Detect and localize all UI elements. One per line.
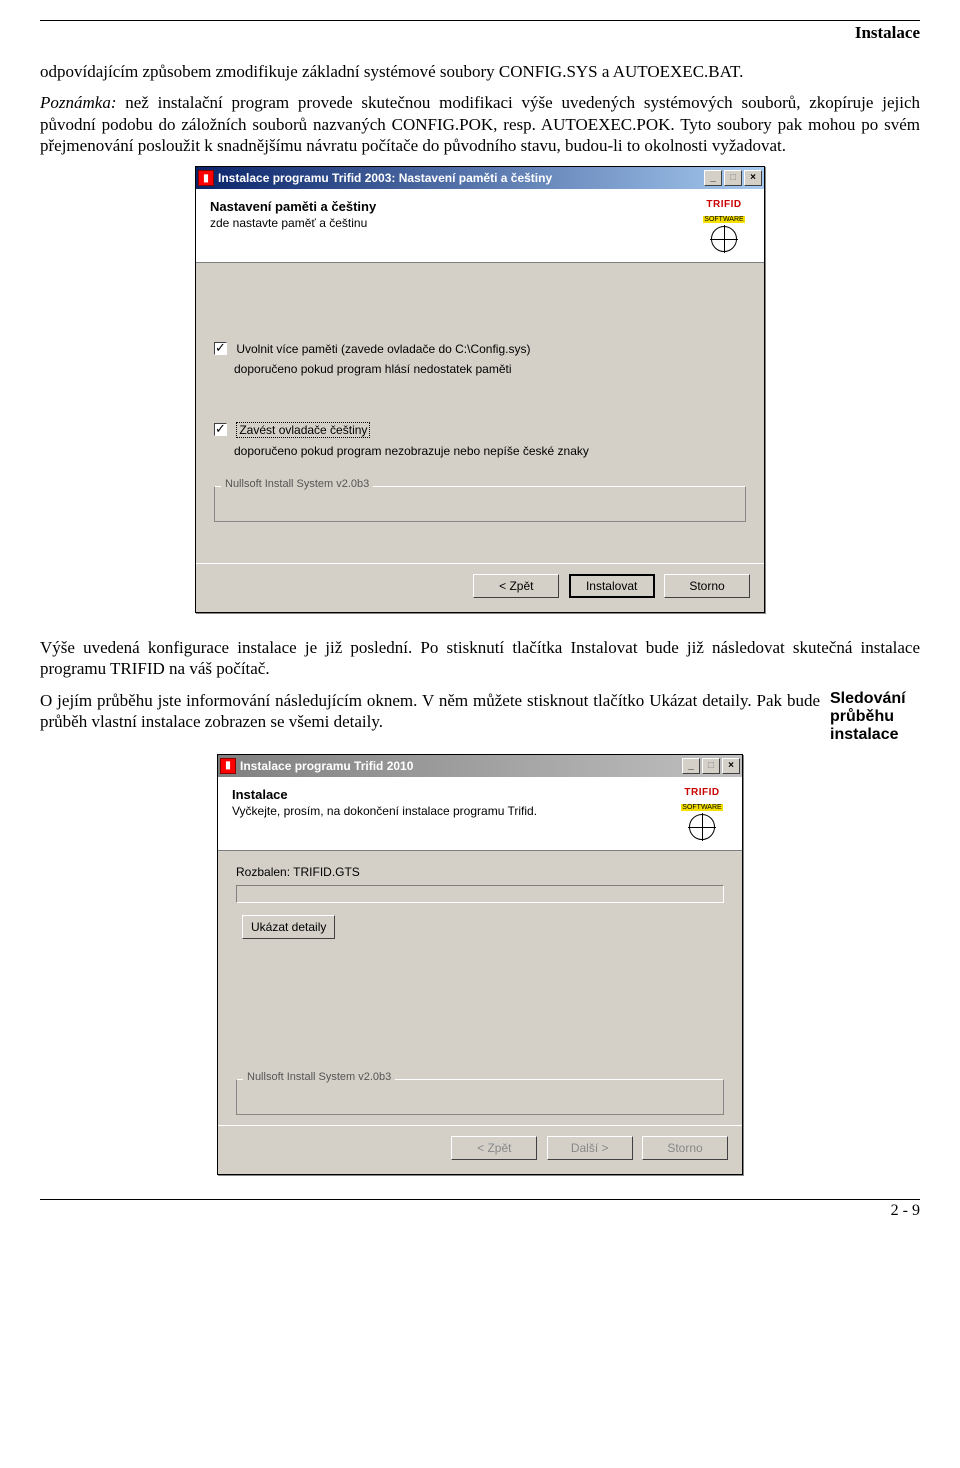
dialog-body: Rozbalen: TRIFID.GTS Ukázat detaily Null… — [218, 851, 742, 1125]
titlebar[interactable]: ▮ Instalace programu Trifid 2003: Nastav… — [196, 167, 764, 189]
header-rule — [40, 20, 920, 21]
nullsoft-groupbox: Nullsoft Install System v2.0b3 — [236, 1079, 724, 1115]
note-rest: než instalační program provede skutečnou… — [40, 93, 920, 155]
dialog-button-row: < Zpět Instalovat Storno — [196, 563, 764, 612]
dialog-subheading: zde nastavte paměť a češtinu — [210, 216, 698, 230]
nullsoft-legend: Nullsoft Install System v2.0b3 — [243, 1071, 395, 1083]
close-button[interactable]: × — [722, 758, 740, 774]
cancel-button[interactable]: Storno — [664, 574, 750, 598]
paragraph-4: O jejím průběhu jste informování následu… — [40, 690, 820, 733]
show-details-button[interactable]: Ukázat detaily — [242, 915, 335, 939]
titlebar[interactable]: ▮ Instalace programu Trifid 2010 _ □ × — [218, 755, 742, 777]
checkbox-memory[interactable] — [214, 342, 227, 355]
paragraph-1: odpovídajícím způsobem zmodifikuje zákla… — [40, 61, 920, 82]
margin-label-3: instalace — [830, 726, 920, 744]
brand-name: TRIFID — [698, 199, 750, 210]
window-title: Instalace programu Trifid 2010 — [240, 759, 682, 773]
header-section: Instalace — [40, 23, 920, 43]
maximize-button: □ — [702, 758, 720, 774]
brand-logo: TRIFID SOFTWARE — [698, 199, 750, 252]
target-icon — [689, 814, 715, 840]
dialog-body: Uvolnit více paměti (zavede ovladače do … — [196, 263, 764, 563]
cancel-button: Storno — [642, 1136, 728, 1160]
memory-note: doporučeno pokud program hlásí nedostate… — [234, 362, 746, 376]
czech-note: doporučeno pokud program nezobrazuje neb… — [234, 444, 746, 458]
dialog-header: Instalace Vyčkejte, prosím, na dokončení… — [218, 777, 742, 851]
installer-dialog-settings: ▮ Instalace programu Trifid 2003: Nastav… — [195, 166, 765, 613]
next-button: Další > — [547, 1136, 633, 1160]
page-number: 2 - 9 — [40, 1200, 920, 1220]
dialog-heading: Instalace — [232, 787, 676, 802]
dialog-header: Nastavení paměti a češtiny zde nastavte … — [196, 189, 764, 263]
app-icon: ▮ — [220, 758, 236, 774]
install-button[interactable]: Instalovat — [569, 574, 655, 598]
installer-dialog-progress: ▮ Instalace programu Trifid 2010 _ □ × I… — [217, 754, 743, 1175]
dialog-subheading: Vyčkejte, prosím, na dokončení instalace… — [232, 804, 676, 818]
app-icon: ▮ — [198, 170, 214, 186]
margin-label-2: průběhu — [830, 708, 920, 726]
back-button[interactable]: < Zpět — [473, 574, 559, 598]
back-button: < Zpět — [451, 1136, 537, 1160]
brand-sub: SOFTWARE — [703, 216, 744, 223]
checkbox-row-czech: Zavést ovladače češtiny — [214, 422, 746, 438]
window-title: Instalace programu Trifid 2003: Nastaven… — [218, 171, 704, 185]
target-icon — [711, 226, 737, 252]
checkbox-czech[interactable] — [214, 423, 227, 436]
nullsoft-groupbox: Nullsoft Install System v2.0b3 — [214, 486, 746, 522]
margin-label: Sledování průběhu instalace — [830, 690, 920, 744]
margin-label-1: Sledování — [830, 690, 920, 708]
dialog-button-row: < Zpět Další > Storno — [218, 1125, 742, 1174]
progress-bar — [236, 885, 724, 903]
progress-status: Rozbalen: TRIFID.GTS — [236, 865, 724, 879]
dialog-heading: Nastavení paměti a češtiny — [210, 199, 698, 214]
paragraph-3: Výše uvedená konfigurace instalace je ji… — [40, 637, 920, 680]
brand-sub: SOFTWARE — [681, 804, 722, 811]
brand-logo: TRIFID SOFTWARE — [676, 787, 728, 840]
checkbox-memory-label: Uvolnit více paměti (zavede ovladače do … — [236, 342, 530, 356]
note-lead: Poznámka: — [40, 93, 116, 112]
minimize-button[interactable]: _ — [704, 170, 722, 186]
checkbox-czech-label: Zavést ovladače češtiny — [236, 422, 370, 438]
maximize-button: □ — [724, 170, 742, 186]
brand-name: TRIFID — [676, 787, 728, 798]
close-button[interactable]: × — [744, 170, 762, 186]
paragraph-2: Poznámka: než instalační program provede… — [40, 92, 920, 156]
minimize-button[interactable]: _ — [682, 758, 700, 774]
nullsoft-legend: Nullsoft Install System v2.0b3 — [221, 478, 373, 490]
checkbox-row-memory: Uvolnit více paměti (zavede ovladače do … — [214, 341, 746, 356]
